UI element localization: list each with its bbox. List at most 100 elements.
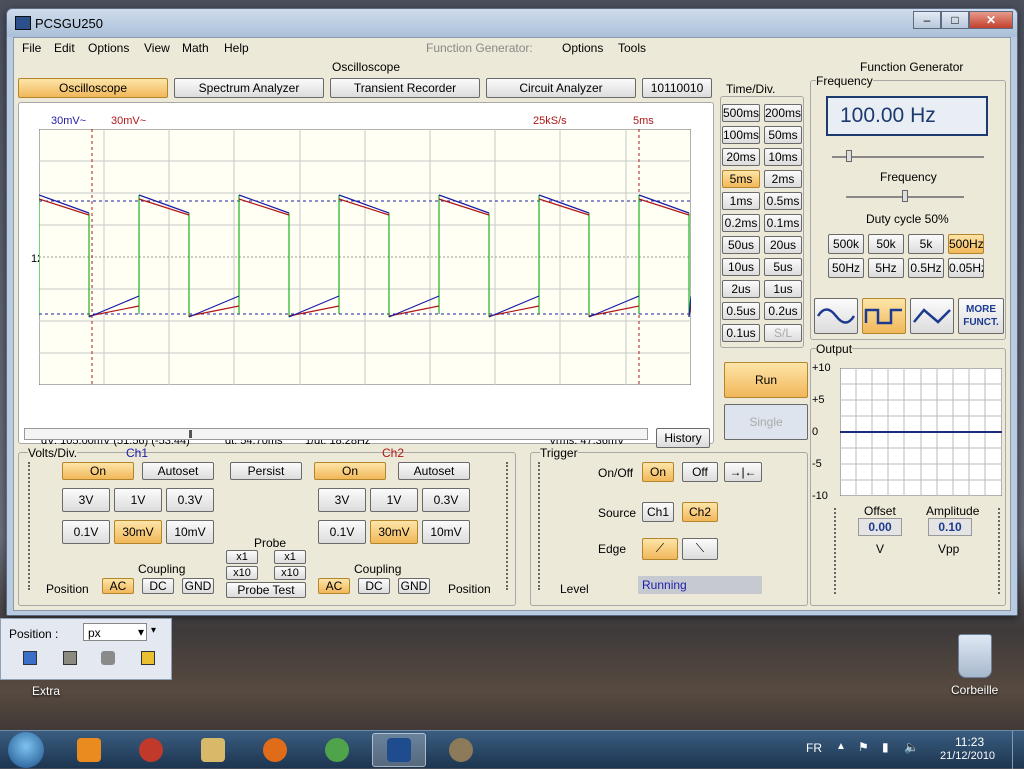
amplitude-slider[interactable] <box>992 508 1000 594</box>
ch1-1v-button[interactable]: 1V <box>114 488 162 512</box>
falling-edge-icon[interactable]: ⟍ <box>682 538 718 560</box>
timediv-button[interactable]: 0.5ms <box>764 192 802 210</box>
minimize-button[interactable]: – <box>913 11 941 29</box>
trigger-center-icon[interactable]: →|← <box>724 462 762 482</box>
tab-circuit-analyzer[interactable]: Circuit Analyzer <box>486 78 636 98</box>
ch2-ac-button[interactable]: AC <box>318 578 350 594</box>
taskbar-explorer[interactable] <box>186 733 240 767</box>
history-button[interactable]: History <box>656 428 710 448</box>
tab-transient-recorder[interactable]: Transient Recorder <box>330 78 480 98</box>
taskbar-gimp[interactable] <box>434 733 488 767</box>
timediv-button[interactable]: 5ms <box>722 170 760 188</box>
tab-oscilloscope[interactable]: Oscilloscope <box>18 78 168 98</box>
trigger-source-ch1-button[interactable]: Ch1 <box>642 502 674 522</box>
volume-icon[interactable]: 🔈 <box>904 740 919 754</box>
timediv-button[interactable]: 20us <box>764 236 802 254</box>
menu-options[interactable]: Options <box>88 41 129 55</box>
timediv-button[interactable]: 0.2ms <box>722 214 760 232</box>
tray-expand-icon[interactable]: ▲ <box>836 741 846 752</box>
timediv-button[interactable]: 10us <box>722 258 760 276</box>
timediv-button[interactable]: 200ms <box>764 104 802 122</box>
taskbar-media-player[interactable] <box>62 733 116 767</box>
offset-slider[interactable] <box>834 508 842 594</box>
rising-edge-icon[interactable]: ⟋ <box>642 538 678 560</box>
timediv-button[interactable]: 10ms <box>764 148 802 166</box>
timediv-button[interactable]: 0.5us <box>722 302 760 320</box>
title-bar[interactable]: PCSGU250 – □ ✕ <box>7 9 1017 37</box>
timediv-button[interactable]: 0.2us <box>764 302 802 320</box>
taskbar-messenger[interactable] <box>310 733 364 767</box>
code-button[interactable]: 10110010 <box>642 78 712 98</box>
maximize-button[interactable]: □ <box>941 11 969 29</box>
ch2-probe-x1-button[interactable]: x1 <box>274 550 306 564</box>
history-scroll-thumb[interactable] <box>189 430 192 438</box>
save-icon[interactable] <box>23 651 37 665</box>
ch1-on-button[interactable]: On <box>62 462 134 480</box>
recycle-bin-label[interactable]: Corbeille <box>951 683 998 697</box>
history-scrollbar[interactable] <box>24 428 648 440</box>
timediv-button[interactable]: 50us <box>722 236 760 254</box>
language-indicator[interactable]: FR <box>806 741 822 755</box>
recycle-bin-icon[interactable] <box>958 634 992 678</box>
toolbar-menu-icon[interactable]: ▾ <box>151 625 156 636</box>
trash-icon[interactable] <box>101 651 115 665</box>
menu-help[interactable]: Help <box>224 41 249 55</box>
fg-range-button[interactable]: 0.05Hz <box>948 258 984 278</box>
fg-range-button[interactable]: 50Hz <box>828 258 864 278</box>
network-icon[interactable]: ▮ <box>882 740 889 754</box>
ch1-30mv-button[interactable]: 30mV <box>114 520 162 544</box>
ch2-3v-button[interactable]: 3V <box>318 488 366 512</box>
ch1-03v-button[interactable]: 0.3V <box>166 488 214 512</box>
ch2-dc-button[interactable]: DC <box>358 578 390 594</box>
triangle-wave-icon[interactable] <box>910 298 954 334</box>
timediv-button[interactable]: 100ms <box>722 126 760 144</box>
sine-wave-icon[interactable] <box>814 298 858 334</box>
close-button[interactable]: ✕ <box>969 11 1013 29</box>
ch2-30mv-button[interactable]: 30mV <box>370 520 418 544</box>
ch2-on-button[interactable]: On <box>314 462 386 480</box>
trigger-source-ch2-button[interactable]: Ch2 <box>682 502 718 522</box>
ch2-10mv-button[interactable]: 10mV <box>422 520 470 544</box>
trigger-level-slider[interactable] <box>538 462 550 590</box>
ch1-probe-x10-button[interactable]: x10 <box>226 566 258 580</box>
ch1-10mv-button[interactable]: 10mV <box>166 520 214 544</box>
ch1-dc-button[interactable]: DC <box>142 578 174 594</box>
scope-screen[interactable] <box>39 129 691 385</box>
ch2-probe-x10-button[interactable]: x10 <box>274 566 306 580</box>
square-wave-icon[interactable] <box>862 298 906 334</box>
timediv-button[interactable]: 1ms <box>722 192 760 210</box>
taskbar-pcsgu250[interactable] <box>372 733 426 767</box>
tab-spectrum-analyzer[interactable]: Spectrum Analyzer <box>174 78 324 98</box>
folder-icon[interactable] <box>141 651 155 665</box>
fg-range-button[interactable]: 0.5Hz <box>908 258 944 278</box>
timediv-button[interactable]: 1us <box>764 280 802 298</box>
timediv-button[interactable]: 2ms <box>764 170 802 188</box>
ch2-position-slider[interactable] <box>496 462 508 590</box>
fg-range-button[interactable]: 500Hz <box>948 234 984 254</box>
start-button[interactable] <box>8 732 44 768</box>
more-functions-button[interactable]: MORE FUNCT. <box>958 298 1004 334</box>
ch2-1v-button[interactable]: 1V <box>370 488 418 512</box>
taskbar-firefox[interactable] <box>248 733 302 767</box>
run-button[interactable]: Run <box>724 362 808 398</box>
single-button[interactable]: Single <box>724 404 808 440</box>
timediv-button[interactable]: 0.1us <box>722 324 760 342</box>
timediv-button[interactable]: 5us <box>764 258 802 276</box>
fg-range-button[interactable]: 500k <box>828 234 864 254</box>
ch2-gnd-button[interactable]: GND <box>398 578 430 594</box>
flag-icon[interactable]: ⚑ <box>858 740 869 754</box>
frequency-slider-thumb[interactable] <box>846 150 852 162</box>
trigger-on-button[interactable]: On <box>642 462 674 482</box>
timediv-button[interactable]: S/L <box>764 324 802 342</box>
ch1-gnd-button[interactable]: GND <box>182 578 214 594</box>
fg-range-button[interactable]: 5k <box>908 234 944 254</box>
timediv-button[interactable]: 0.1ms <box>764 214 802 232</box>
ch2-03v-button[interactable]: 0.3V <box>422 488 470 512</box>
clock-time[interactable]: 11:23 <box>955 735 984 749</box>
ch1-3v-button[interactable]: 3V <box>62 488 110 512</box>
menu-view[interactable]: View <box>144 41 170 55</box>
timediv-button[interactable]: 50ms <box>764 126 802 144</box>
trigger-off-button[interactable]: Off <box>682 462 718 482</box>
show-desktop-button[interactable] <box>1012 731 1024 769</box>
clock-date[interactable]: 21/12/2010 <box>940 750 995 762</box>
